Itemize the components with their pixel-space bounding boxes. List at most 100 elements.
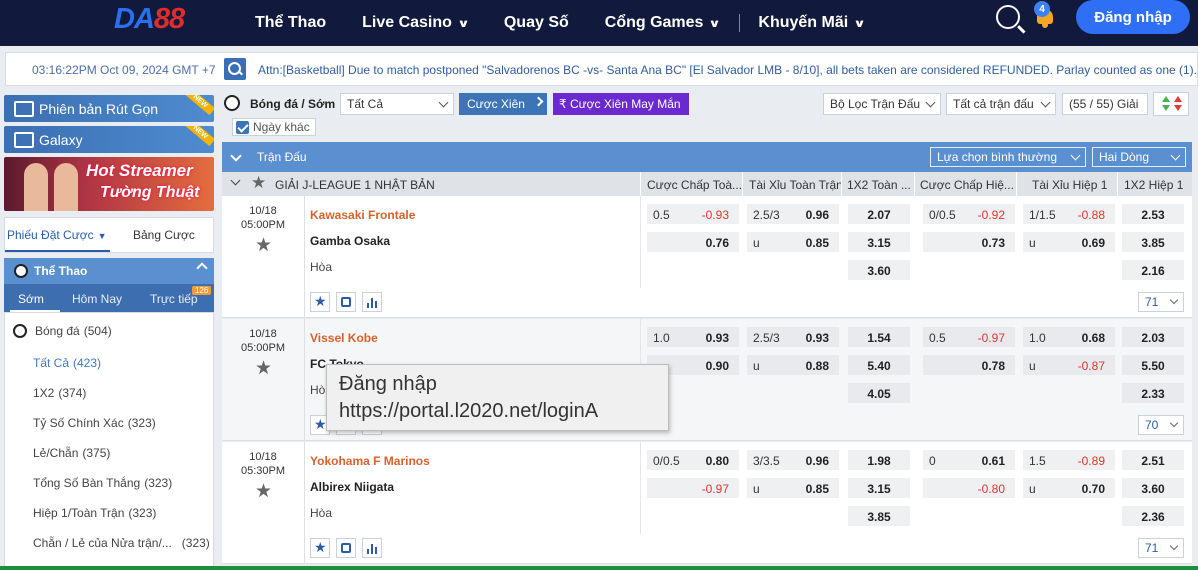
odds-cell[interactable]: 3.15 xyxy=(848,232,910,252)
odds-cell[interactable]: 0.78 xyxy=(923,355,1015,375)
odds-cell[interactable]: 1.54 xyxy=(848,327,910,347)
tab-bet-slip[interactable]: Phiếu Đặt Cược ▼ xyxy=(7,228,107,242)
odds-cell[interactable]: u 0.70 xyxy=(1023,478,1115,498)
announcement-marquee[interactable]: Attn:[Basketball] Due to match postponed… xyxy=(258,63,1198,77)
odds-cell[interactable]: 3.85 xyxy=(1122,232,1184,252)
odds-cell[interactable]: 2.36 xyxy=(1122,506,1184,526)
sports-section-header[interactable]: Thể Thao xyxy=(4,258,214,284)
odds-cell[interactable]: u 0.85 xyxy=(747,478,839,498)
away-team[interactable]: Albirex Niigata xyxy=(310,480,394,494)
stats-list-icon[interactable] xyxy=(336,538,356,558)
odds-cell[interactable]: u 0.85 xyxy=(747,232,839,252)
odds-cell[interactable]: 2.07 xyxy=(848,204,910,224)
chevron-down-icon[interactable] xyxy=(230,175,241,186)
tab-today[interactable]: Hôm Nay xyxy=(72,292,122,306)
odds-cell[interactable]: 1.0 0.93 xyxy=(647,327,739,347)
odds-cell[interactable]: 0 0.61 xyxy=(923,450,1015,470)
odds-cell[interactable]: 1.0 0.68 xyxy=(1023,327,1115,347)
bar-chart-icon[interactable] xyxy=(362,538,382,558)
market-select[interactable]: Tất Cả xyxy=(340,93,454,115)
lucky-parlay-button[interactable]: ₹ Cược Xiên May Mắn xyxy=(553,93,689,115)
other-day-checkbox[interactable]: Ngày khác xyxy=(232,118,316,136)
tab-early[interactable]: Sớm xyxy=(18,292,44,306)
more-markets-button[interactable]: 71 xyxy=(1138,292,1184,312)
tab-live[interactable]: Trực tiếp xyxy=(150,292,198,306)
login-button[interactable]: Đăng nhập xyxy=(1076,0,1190,34)
market-item[interactable]: Chẵn / Lẻ của Nửa trận/... (323) xyxy=(5,528,215,558)
market-item[interactable]: Tỷ Số Chính Xác (323) xyxy=(5,408,215,438)
line-view-select[interactable]: Hai Dòng xyxy=(1092,147,1186,167)
market-item[interactable]: 1X2 (374) xyxy=(5,378,215,408)
sort-icon[interactable] xyxy=(1153,92,1189,116)
odds-view-select[interactable]: Lựa chọn bình thường xyxy=(930,147,1086,167)
odds-cell[interactable]: 0/0.5 0.80 xyxy=(647,450,739,470)
odds-cell[interactable]: 3.60 xyxy=(848,260,910,280)
odds-cell[interactable]: 2.5/3 0.96 xyxy=(747,204,839,224)
odds-cell[interactable]: 1.5 -0.89 xyxy=(1023,450,1115,470)
nav-item-lottery[interactable]: Quay Số xyxy=(504,14,569,32)
sport-item-soccer[interactable]: Bóng đá (504) xyxy=(5,316,215,346)
odds-cell[interactable]: 3.15 xyxy=(848,478,910,498)
logo[interactable]: DA88 xyxy=(114,3,185,36)
more-markets-button[interactable]: 70 xyxy=(1138,415,1184,435)
all-matches-select[interactable]: Tất cả trận đấu xyxy=(946,93,1056,115)
stats-list-icon[interactable] xyxy=(336,292,356,312)
favorite-star-icon[interactable]: ★ xyxy=(255,234,272,257)
odds-cell[interactable]: 1/1.5 -0.88 xyxy=(1023,204,1115,224)
home-team[interactable]: Yokohama F Marinos xyxy=(310,454,430,468)
nav-item-promotions[interactable]: Khuyến Mãi ∨ xyxy=(758,14,866,32)
nav-item-games[interactable]: Cổng Games ∨ xyxy=(605,14,721,32)
odds-cell[interactable]: -0.80 xyxy=(923,478,1015,498)
odds-cell[interactable]: 0/0.5 -0.92 xyxy=(923,204,1015,224)
bar-chart-icon[interactable] xyxy=(362,292,382,312)
odds-cell[interactable]: u 0.69 xyxy=(1023,232,1115,252)
odds-cell[interactable]: 3.60 xyxy=(1122,478,1184,498)
odds-cell[interactable]: 0.73 xyxy=(923,232,1015,252)
more-markets-button[interactable]: 71 xyxy=(1138,538,1184,558)
favorite-star-icon[interactable]: ★ xyxy=(251,173,266,193)
league-row[interactable]: ★ GIẢI J-LEAGUE 1 NHẬT BẢN Cược Chấp Toà… xyxy=(222,172,1192,196)
home-team[interactable]: Kawasaki Frontale xyxy=(310,208,415,222)
odds-cell[interactable]: 2.53 xyxy=(1122,204,1184,224)
odds-cell[interactable]: 4.05 xyxy=(848,383,910,403)
compact-version-banner[interactable]: Phiên bản Rút Gọn NEW xyxy=(4,95,214,122)
chevron-down-icon[interactable] xyxy=(230,150,242,162)
odds-cell[interactable]: 2.51 xyxy=(1122,450,1184,470)
favorite-star-icon[interactable]: ★ xyxy=(255,480,272,503)
odds-cell[interactable]: 2.5/3 0.93 xyxy=(747,327,839,347)
parlay-button[interactable]: Cược Xiên xyxy=(459,93,547,115)
search-icon[interactable] xyxy=(224,58,246,80)
nav-item-live-casino[interactable]: Live Casino ∨ xyxy=(362,14,470,32)
odds-cell[interactable]: 5.40 xyxy=(848,355,910,375)
hot-streamer-banner[interactable]: Hot Streamer Tường Thuật xyxy=(4,157,214,211)
tab-bet-list[interactable]: Bảng Cược xyxy=(133,228,195,242)
odds-cell[interactable]: -0.97 xyxy=(647,478,739,498)
market-item[interactable]: Tổng Số Bàn Thắng (323) xyxy=(5,468,215,498)
odds-cell[interactable]: 0.5 -0.97 xyxy=(923,327,1015,347)
market-item[interactable]: Tất Cả (423) xyxy=(5,348,215,378)
match-filter-select[interactable]: Bộ Lọc Trận Đấu xyxy=(823,93,941,115)
odds-cell[interactable]: u -0.87 xyxy=(1023,355,1115,375)
notification-bell-icon[interactable]: 4 xyxy=(1034,1,1056,28)
favorite-star-icon[interactable]: ★ xyxy=(310,292,330,312)
away-team[interactable]: Gamba Osaka xyxy=(310,234,390,248)
odds-cell[interactable]: 1.98 xyxy=(848,450,910,470)
odds-cell[interactable]: u 0.88 xyxy=(747,355,839,375)
nav-item-sports[interactable]: Thể Thao xyxy=(255,14,326,32)
odds-cell[interactable]: 3.85 xyxy=(848,506,910,526)
favorite-star-icon[interactable]: ★ xyxy=(310,538,330,558)
favorite-star-icon[interactable]: ★ xyxy=(255,357,272,380)
galaxy-banner[interactable]: Galaxy NEW xyxy=(4,126,214,153)
odds-cell[interactable]: 5.50 xyxy=(1122,355,1184,375)
market-item[interactable]: Lẻ/Chẵn (375) xyxy=(5,438,215,468)
chevron-up-icon[interactable] xyxy=(196,262,208,274)
league-count[interactable]: (55 / 55) Giải xyxy=(1062,93,1148,115)
odds-cell[interactable]: 2.03 xyxy=(1122,327,1184,347)
home-team[interactable]: Vissel Kobe xyxy=(310,331,378,345)
search-icon[interactable] xyxy=(996,5,1020,29)
odds-cell[interactable]: 0.5 -0.93 xyxy=(647,204,739,224)
odds-cell[interactable]: 3/3.5 0.96 xyxy=(747,450,839,470)
odds-cell[interactable]: 2.16 xyxy=(1122,260,1184,280)
odds-cell[interactable]: 2.33 xyxy=(1122,383,1184,403)
market-item[interactable]: Hiệp 1/Toàn Trận (323) xyxy=(5,498,215,528)
